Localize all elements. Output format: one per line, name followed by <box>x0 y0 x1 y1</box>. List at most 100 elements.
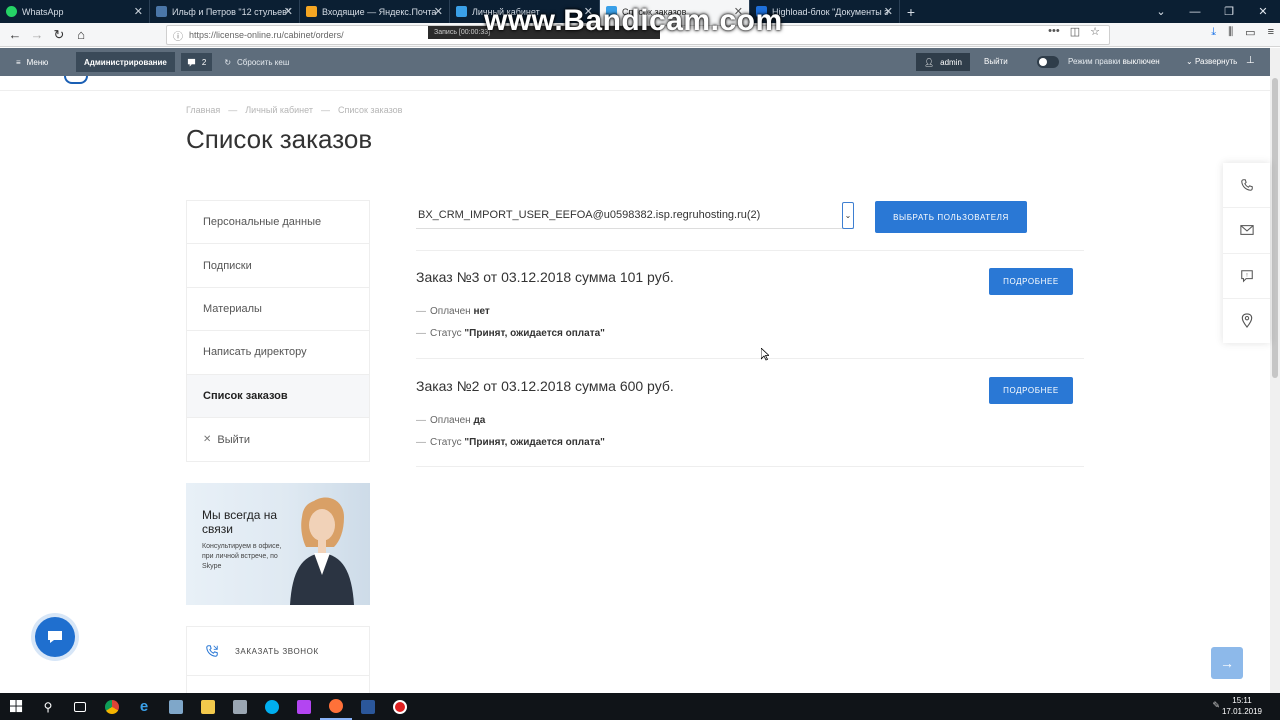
browser-tab-whatsapp[interactable]: WhatsApp ✕ <box>0 0 150 23</box>
hamburger-icon[interactable]: ≡ <box>1268 26 1274 39</box>
order-card: Заказ №3 от 03.12.2018 сумма 101 руб. ПО… <box>416 250 1084 358</box>
sidebar-item-personal[interactable]: Персональные данные <box>187 201 369 245</box>
vk-icon <box>156 6 167 17</box>
task-view-icon[interactable] <box>64 693 96 720</box>
notifications-count: 2 <box>201 57 207 67</box>
pin-icon[interactable]: ⊥ <box>1246 55 1255 66</box>
phone-icon <box>1240 179 1253 191</box>
close-icon[interactable]: ✕ <box>284 5 293 18</box>
bandicam-icon[interactable] <box>384 693 416 720</box>
edit-mode-toggle[interactable] <box>1037 56 1059 68</box>
home-icon[interactable]: ⌂ <box>70 24 92 46</box>
sidebar-item-orders[interactable]: Список заказов <box>187 374 369 418</box>
url-text: https://license-online.ru/cabinet/orders… <box>189 30 344 40</box>
minimize-icon[interactable]: — <box>1178 0 1212 23</box>
library-icon[interactable]: ⫼ <box>1228 26 1233 39</box>
admin-tab[interactable]: Администрирование <box>76 52 175 72</box>
breadcrumb: Главная — Личный кабинет — Список заказо… <box>186 105 402 115</box>
new-tab-button[interactable]: + <box>900 0 922 23</box>
edge-icon[interactable]: e <box>128 693 160 720</box>
breadcrumb-cabinet[interactable]: Личный кабинет <box>245 105 313 115</box>
site-logo[interactable] <box>64 76 88 84</box>
sidebar-extra-box <box>186 676 370 693</box>
app-icon[interactable] <box>224 693 256 720</box>
breadcrumb-home[interactable]: Главная <box>186 105 220 115</box>
whatsapp-icon <box>6 6 17 17</box>
site-icon <box>456 6 467 17</box>
sidebar-item-label: Персональные данные <box>203 216 322 229</box>
sidebar-icon[interactable]: ▭ <box>1245 26 1255 39</box>
word-icon[interactable] <box>352 693 384 720</box>
search-icon[interactable]: ⚲ <box>32 693 64 720</box>
sidebar-item-materials[interactable]: Материалы <box>187 288 369 332</box>
expand-label: Развернуть <box>1194 57 1238 66</box>
location-panel-button[interactable] <box>1223 299 1270 343</box>
expand-button[interactable]: ⌄ Развернуть <box>1186 57 1237 66</box>
close-icon[interactable]: ✕ <box>134 5 143 18</box>
order-status-value: "Принят, ожидается оплата" <box>464 328 605 339</box>
clear-cache-button[interactable]: ↻ Сбросить кеш <box>224 58 289 67</box>
chevron-down-icon[interactable]: ⌄ <box>842 202 854 229</box>
close-window-icon[interactable]: ✕ <box>1246 0 1280 23</box>
scrollbar-thumb[interactable] <box>1272 78 1278 378</box>
back-icon[interactable]: ← <box>4 24 26 46</box>
consultant-photo <box>290 497 354 605</box>
sidebar-item-subscriptions[interactable]: Подписки <box>187 244 369 288</box>
user-select[interactable]: BX_CRM_IMPORT_USER_EEFOA@u0598382.isp.re… <box>416 202 854 229</box>
bookmark-star-icon[interactable]: ☆ <box>1090 25 1100 38</box>
info-icon[interactable]: ⓘ <box>173 28 183 43</box>
recording-status: Запись [00:00:33] <box>434 29 491 36</box>
order-card: Заказ №2 от 03.12.2018 сумма 600 руб. ПО… <box>416 358 1084 467</box>
sidebar-item-logout[interactable]: ✕ Выйти <box>187 418 369 461</box>
skype-icon[interactable] <box>256 693 288 720</box>
order-status-row: — Статус "Принят, ожидается оплата" <box>416 437 605 448</box>
promo-text: Консультируем в офисе, при личной встреч… <box>202 543 282 570</box>
more-icon[interactable]: ••• <box>1048 25 1060 38</box>
maximize-icon[interactable]: ❐ <box>1212 0 1246 23</box>
windows-taskbar: ⚲ e ✎ 15:11 17.01.2019 <box>0 693 1280 720</box>
dash: — <box>416 306 426 317</box>
admin-user-button[interactable]: 👤︎ admin <box>916 53 970 71</box>
chat-widget-button[interactable] <box>35 617 75 657</box>
order-call-label: ЗАКАЗАТЬ ЗВОНОК <box>235 646 319 656</box>
order-call-button[interactable]: ЗАКАЗАТЬ ЗВОНОК <box>186 626 370 676</box>
scroll-top-button[interactable]: → <box>1211 647 1243 679</box>
browser-tab-mail[interactable]: Входящие — Яндекс.Почта ✕ <box>300 0 450 23</box>
windows-start-icon[interactable] <box>0 693 32 720</box>
firefox-icon[interactable] <box>320 693 352 720</box>
close-icon[interactable]: ✕ <box>434 5 443 18</box>
email-panel-button[interactable] <box>1223 208 1270 254</box>
browser-tab-book[interactable]: Ильф и Петров "12 стульев" ✕ <box>150 0 300 23</box>
floating-contact-panel: ! <box>1223 163 1270 343</box>
notifications-button[interactable]: 2 <box>180 53 213 71</box>
close-icon[interactable]: ✕ <box>884 5 893 18</box>
tab-label: Входящие — Яндекс.Почта <box>322 6 437 17</box>
admin-menu-button[interactable]: ≡ Меню <box>0 58 74 67</box>
order-status-label: Статус <box>430 437 462 448</box>
phpstorm-icon[interactable] <box>288 693 320 720</box>
taskbar-clock[interactable]: 15:11 17.01.2019 <box>1222 695 1262 717</box>
order-paid-label: Оплачен <box>430 415 471 426</box>
page-scrollbar[interactable] <box>1270 48 1280 693</box>
contact-promo-banner[interactable]: Мы всегда на связи Консультируем в офисе… <box>186 483 370 605</box>
chrome-icon[interactable] <box>96 693 128 720</box>
order-details-button[interactable]: ПОДРОБНЕЕ <box>989 268 1073 295</box>
chevron-down-icon[interactable]: ⌄ <box>1144 0 1178 23</box>
order-paid-value: нет <box>473 306 490 317</box>
order-details-button[interactable]: ПОДРОБНЕЕ <box>989 377 1073 404</box>
forward-icon[interactable]: → <box>26 24 48 46</box>
tray-icons[interactable]: ✎ <box>1212 700 1220 711</box>
order-paid-value: да <box>473 415 486 426</box>
folder-icon[interactable] <box>192 693 224 720</box>
sidebar-item-write-director[interactable]: Написать директору <box>187 331 369 375</box>
admin-menu-label: Меню <box>26 57 49 67</box>
callback-panel-button[interactable] <box>1223 163 1270 209</box>
mouse-cursor-icon <box>761 348 769 361</box>
app-icon[interactable] <box>160 693 192 720</box>
admin-logout-button[interactable]: Выйти <box>984 57 1008 66</box>
select-user-button[interactable]: ВЫБРАТЬ ПОЛЬЗОВАТЕЛЯ <box>875 201 1027 233</box>
download-icon[interactable]: ⤓ <box>1211 26 1216 39</box>
feedback-panel-button[interactable]: ! <box>1223 254 1270 299</box>
reload-icon[interactable]: ↻ <box>48 24 70 46</box>
pocket-icon[interactable]: ◫ <box>1070 25 1080 38</box>
